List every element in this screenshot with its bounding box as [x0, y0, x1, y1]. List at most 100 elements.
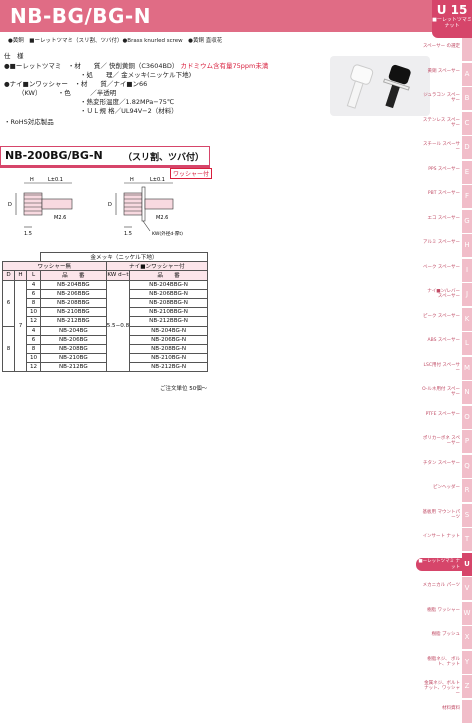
sidebar-item[interactable]: 樹脂ネジ、 ボルト、ナットY — [422, 651, 472, 676]
sidebar-tab-letter: P — [462, 430, 472, 453]
sidebar-item[interactable]: エコ スペーサーG — [422, 210, 472, 235]
dim-h: H — [30, 177, 34, 183]
sidebar-item-label: 樹脂ネジ、 ボルト、ナット — [422, 657, 460, 667]
model-name: NB-200BG/BG-N — [5, 149, 103, 162]
sidebar-item[interactable]: ABS スペーサーL — [422, 332, 472, 357]
category-sidebar: スペーサー の選定黄銅 スペーサーAジュラコン スペーサーBステンレス スペーサ… — [422, 38, 472, 724]
sidebar-item-label: ナイ■ン/レバー スペーサー — [422, 289, 460, 299]
sidebar-tab-letter: Z — [462, 675, 472, 698]
sidebar-item[interactable]: ステンレス スペーサーC — [422, 112, 472, 137]
sidebar-item[interactable]: アルミ スペーサーH — [422, 234, 472, 259]
sidebar-item[interactable]: ピンヘッダーR — [422, 479, 472, 504]
col-part-n: 品 番 — [130, 271, 208, 280]
sidebar-item-label: チタン スペーサー — [422, 461, 460, 466]
page-title: NB-BG/BG-N — [10, 4, 151, 28]
table-row: 8NB-208BBGNB-208BBG-N — [3, 298, 208, 307]
sidebar-item[interactable]: ピーク スペーサーK — [422, 308, 472, 333]
sidebar-item-label: PTFE スペーサー — [422, 412, 460, 417]
sidebar-item[interactable]: ナイ■ン/レバー スペーサーJ — [422, 283, 472, 308]
table-caption: 金メッキ（ニッケル下地） — [41, 253, 208, 262]
model-note: （スリ割、ツバ付） — [123, 150, 204, 163]
sidebar-item[interactable]: スペーサー の選定 — [422, 38, 472, 63]
spec-line: ・処 理／ 金メッキ(ニッケル下地) — [80, 71, 191, 80]
product-table: 金メッキ（ニッケル下地） ワッシャー無 ナイ■ンワッシャー付 D H L 品 番… — [2, 252, 208, 372]
sidebar-item-label: ABS スペーサー — [422, 338, 460, 343]
sidebar-item[interactable]: 黄銅 スペーサーA — [422, 63, 472, 88]
sidebar-tab-letter: U — [462, 553, 472, 576]
sidebar-item-label: ジュラコン スペーサー — [422, 93, 460, 103]
rohs-note: ・RoHS対応製品 — [4, 118, 54, 127]
sidebar-item-label: PBT スペーサー — [422, 191, 460, 196]
sidebar-item[interactable]: 樹脂 ワッシャーW — [422, 602, 472, 627]
sidebar-item[interactable]: 樹脂 ブッシュX — [422, 626, 472, 651]
sidebar-tab-letter: M — [462, 357, 472, 380]
sidebar-tab-letter — [462, 38, 472, 61]
page-header: NB-BG/BG-N — [0, 0, 448, 32]
sidebar-item[interactable]: LSC用付 スペーサーM — [422, 357, 472, 382]
sidebar-item[interactable]: O-ルネ用付 スペーサーN — [422, 381, 472, 406]
sidebar-item[interactable]: 基板用 マウントパーツS — [422, 504, 472, 529]
sidebar-tab-letter: D — [462, 136, 472, 159]
sidebar-item[interactable]: ■ーレットツマミ ナットU — [422, 553, 472, 578]
sidebar-item[interactable]: スチール スペーサーD — [422, 136, 472, 161]
sidebar-tab-letter: Y — [462, 651, 472, 674]
badge-label: ■ーレットツマミ ナット — [432, 17, 472, 29]
sidebar-item[interactable]: PPS スペーサーE — [422, 161, 472, 186]
sidebar-tab-letter: A — [462, 63, 472, 86]
spec-line: ●■ーレットツマミ ・材 質／ 快削黄銅（C3604BD） カドミウム含有量75… — [4, 62, 268, 71]
sidebar-item[interactable]: PTFE スペーサーO — [422, 406, 472, 431]
sidebar-item-label: ベーク スペーサー — [422, 265, 460, 270]
tagline: ●黄銅 ■ーレットツマミ（スリ割、ツバ付）●Brass knurled scre… — [8, 36, 222, 44]
spec-text: ●■ーレットツマミ ・材 質／ 快削黄銅（C3604BD） — [4, 62, 178, 70]
sidebar-tab-letter: L — [462, 332, 472, 355]
sidebar-item-label: インサート ナット — [422, 534, 460, 539]
sidebar-item[interactable]: ベーク スペーサーI — [422, 259, 472, 284]
sidebar-tab-letter: T — [462, 528, 472, 551]
table-row: 12NB-212BBGNB-212BBG-N — [3, 317, 208, 326]
spec-title: 仕 様 — [4, 50, 24, 60]
sidebar-item-label: アルミ スペーサー — [422, 240, 460, 245]
sidebar-item[interactable]: PBT スペーサーF — [422, 185, 472, 210]
sidebar-item[interactable]: インサート ナットT — [422, 528, 472, 553]
sidebar-item-label: ピーク スペーサー — [422, 314, 460, 319]
sidebar-tab-letter: E — [462, 161, 472, 184]
badge-code: U 15 — [432, 3, 472, 17]
sidebar-item[interactable]: 金属ネジ、ボルト ナット、ワッシャーZ — [422, 675, 472, 700]
sidebar-item-label: PPS スペーサー — [422, 167, 460, 172]
dim-d: D — [108, 202, 112, 208]
sidebar-item-label: ■ーレットツマミ ナット — [416, 558, 462, 571]
sidebar-item-label: 材料資料 — [422, 706, 460, 711]
sidebar-tab-letter: H — [462, 234, 472, 257]
sidebar-tab-letter: K — [462, 308, 472, 331]
sidebar-tab-letter: F — [462, 185, 472, 208]
sidebar-item[interactable]: チタン スペーサーQ — [422, 455, 472, 480]
sidebar-tab-letter: O — [462, 406, 472, 429]
dim-d: D — [8, 202, 12, 208]
dim-15: 1.5 — [24, 231, 32, 237]
col-l: L — [27, 271, 41, 280]
table-row: 6NB-206BBGNB-206BBG-N — [3, 289, 208, 298]
group-with-washer: ナイ■ンワッシャー付 — [106, 262, 207, 271]
sidebar-item[interactable]: メカニカル パーツV — [422, 577, 472, 602]
table-row: 10NB-210BBGNB-210BBG-N — [3, 308, 208, 317]
section-header: NB-200BG/BG-N （スリ割、ツバ付） — [0, 146, 210, 166]
sidebar-item-label: 樹脂 ブッシュ — [422, 632, 460, 637]
sidebar-item-label: スチール スペーサー — [422, 142, 460, 152]
sidebar-item-label: O-ルネ用付 スペーサー — [422, 387, 460, 397]
category-badge: U 15 ■ーレットツマミ ナット — [432, 0, 472, 38]
sidebar-item[interactable]: ジュラコン スペーサーB — [422, 87, 472, 112]
table-row: 10NB-210BGNB-210BG-N — [3, 354, 208, 363]
thread-m: M2.6 — [54, 215, 66, 221]
sidebar-item-label: 基板用 マウントパーツ — [422, 510, 460, 520]
sidebar-item[interactable]: ポリカーボネ スペーサーP — [422, 430, 472, 455]
dim-l: L±0.1 — [150, 177, 165, 183]
sidebar-tab-letter: V — [462, 577, 472, 600]
sidebar-tab-letter: Q — [462, 455, 472, 478]
spec-line: ・熱変形温度／1.82MPa−75℃ — [80, 98, 174, 107]
col-d: D — [3, 271, 15, 280]
table-row: 6NB-206BGNB-206BG-N — [3, 335, 208, 344]
table-row: 8 4NB-204BGNB-204BG-N — [3, 326, 208, 335]
drawing-without-washer: H L±0.1 D M2.6 1.5 — [4, 175, 94, 245]
sidebar-item[interactable]: 材料資料 — [422, 700, 472, 724]
cadmium-note: カドミウム含有量75ppm未満 — [181, 62, 269, 70]
